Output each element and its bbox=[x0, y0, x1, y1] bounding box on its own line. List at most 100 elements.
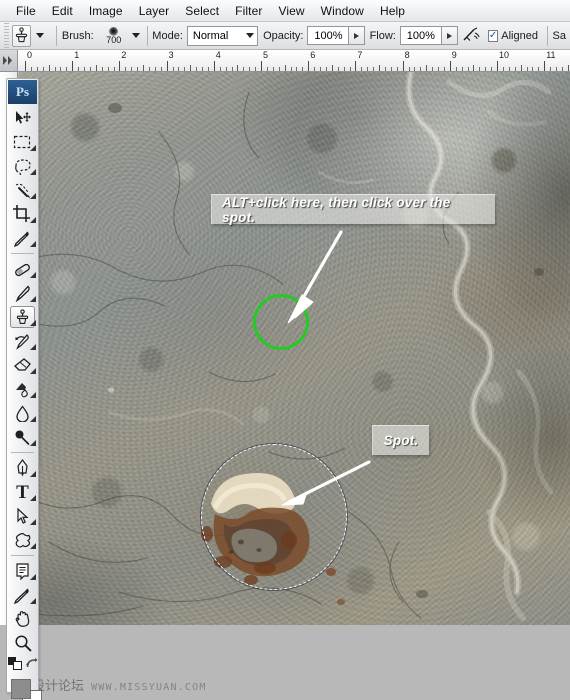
tool-move[interactable] bbox=[7, 106, 38, 130]
menu-image[interactable]: Image bbox=[81, 2, 131, 20]
ruler-subtick bbox=[207, 67, 209, 71]
ruler-subtick bbox=[337, 67, 339, 71]
brush-picker[interactable]: 700 bbox=[98, 23, 142, 49]
tool-gradient[interactable] bbox=[7, 377, 38, 401]
ruler-subtick bbox=[379, 65, 380, 71]
default-colors-icon[interactable] bbox=[7, 657, 22, 673]
tool-blur[interactable] bbox=[7, 401, 38, 425]
canvas-document-area[interactable]: ALT+click here, then click over the spot… bbox=[19, 72, 570, 625]
ruler-tick bbox=[402, 61, 404, 71]
ruler-subtick bbox=[396, 67, 398, 71]
ruler-subtick bbox=[373, 67, 375, 71]
ruler-subtick bbox=[178, 67, 180, 71]
tool-eyedropper-top[interactable] bbox=[7, 226, 38, 250]
tool-pen[interactable] bbox=[7, 456, 38, 480]
ruler-subtick bbox=[172, 67, 174, 71]
ruler-subtick bbox=[107, 67, 109, 71]
toolbox-divider bbox=[11, 253, 34, 254]
foreground-color-swatch[interactable] bbox=[11, 679, 31, 699]
tool-healing-brush[interactable] bbox=[7, 257, 38, 281]
tool-eyedropper[interactable] bbox=[7, 583, 38, 607]
ruler-subtick bbox=[414, 67, 416, 71]
tool-hand[interactable] bbox=[7, 607, 38, 631]
opacity-slider-button[interactable] bbox=[349, 26, 366, 45]
tool-notes[interactable] bbox=[7, 559, 38, 583]
tool-more-indicator bbox=[30, 241, 36, 247]
flow-slider-button[interactable] bbox=[441, 26, 458, 45]
menu-layer[interactable]: Layer bbox=[131, 2, 178, 20]
tool-quick-selection[interactable] bbox=[7, 178, 38, 202]
swap-colors-icon[interactable] bbox=[25, 657, 38, 673]
tool-more-indicator bbox=[30, 495, 36, 501]
ruler-subtick bbox=[219, 67, 221, 71]
ruler-subtick bbox=[266, 67, 268, 71]
options-bar-grip[interactable] bbox=[4, 22, 10, 49]
ruler-subtick bbox=[231, 67, 233, 71]
ruler-subtick bbox=[143, 65, 144, 71]
tool-dodge[interactable] bbox=[7, 425, 38, 449]
opacity-input[interactable]: 100% bbox=[307, 26, 350, 45]
menu-window[interactable]: Window bbox=[313, 2, 372, 20]
tool-more-indicator bbox=[30, 440, 36, 446]
ruler-subtick bbox=[343, 67, 345, 71]
toolbox-panel: Ps T bbox=[6, 78, 42, 700]
color-swatches[interactable] bbox=[11, 679, 42, 700]
menu-view[interactable]: View bbox=[270, 2, 312, 20]
tool-path-selection[interactable] bbox=[7, 504, 38, 528]
tool-more-indicator bbox=[30, 368, 36, 374]
chevron-down-icon bbox=[36, 33, 45, 38]
ps-logo: Ps bbox=[8, 80, 37, 104]
tool-type[interactable]: T bbox=[7, 480, 38, 504]
tool-history-brush[interactable] bbox=[7, 329, 38, 353]
ruler-subtick bbox=[154, 67, 156, 71]
ruler-subtick bbox=[561, 67, 563, 71]
airbrush-icon[interactable] bbox=[462, 26, 482, 46]
ruler-subtick bbox=[314, 67, 316, 71]
ruler-subtick bbox=[508, 67, 510, 71]
flow-input[interactable]: 100% bbox=[399, 26, 442, 45]
ruler-subtick bbox=[78, 67, 80, 71]
ruler-tick-label: 11 bbox=[546, 50, 556, 60]
tool-brush[interactable] bbox=[7, 281, 38, 305]
ruler-subtick bbox=[202, 67, 203, 71]
opacity-label: Opacity: bbox=[263, 29, 304, 42]
tool-crop[interactable] bbox=[7, 202, 38, 226]
divider bbox=[146, 25, 148, 46]
ruler-subtick bbox=[296, 67, 298, 71]
ruler-subtick bbox=[467, 67, 469, 71]
aligned-checkbox[interactable]: ✓ bbox=[487, 29, 499, 42]
tool-clone-stamp[interactable] bbox=[7, 305, 38, 329]
clone-stamp-icon[interactable] bbox=[12, 24, 32, 47]
ruler-subtick bbox=[408, 67, 410, 71]
blend-mode-select[interactable]: Normal bbox=[186, 25, 259, 46]
ruler-tick bbox=[544, 61, 546, 71]
chevron-down-icon[interactable] bbox=[131, 33, 140, 38]
tool-marquee[interactable] bbox=[7, 130, 38, 154]
ruler-subtick bbox=[567, 65, 569, 71]
ruler-corner[interactable] bbox=[0, 50, 18, 72]
ruler-tick-label: 3 bbox=[168, 50, 174, 60]
ruler-subtick bbox=[30, 67, 32, 71]
ruler-subtick bbox=[278, 67, 280, 71]
tool-zoom[interactable] bbox=[7, 631, 38, 655]
ruler-tick bbox=[355, 61, 357, 71]
menu-select[interactable]: Select bbox=[177, 2, 227, 20]
menu-filter[interactable]: Filter bbox=[227, 2, 270, 20]
ruler-subtick bbox=[237, 65, 239, 71]
tool-lasso[interactable] bbox=[7, 154, 38, 178]
tool-eraser[interactable] bbox=[7, 353, 38, 377]
ruler-subtick bbox=[438, 67, 439, 71]
tool-more-indicator bbox=[30, 344, 36, 350]
tool-preset-dropdown[interactable] bbox=[32, 33, 51, 38]
tool-more-indicator bbox=[30, 543, 36, 549]
menu-file[interactable]: File bbox=[8, 2, 44, 20]
ruler-subtick bbox=[42, 67, 44, 71]
menu-edit[interactable]: Edit bbox=[44, 2, 81, 20]
ruler-subtick bbox=[160, 67, 162, 71]
ruler-subtick bbox=[556, 67, 557, 71]
menu-help[interactable]: Help bbox=[372, 2, 413, 20]
tool-more-indicator bbox=[30, 416, 36, 422]
tool-shape[interactable] bbox=[7, 528, 38, 552]
ruler-subtick bbox=[485, 67, 487, 71]
ruler-subtick bbox=[331, 65, 333, 71]
